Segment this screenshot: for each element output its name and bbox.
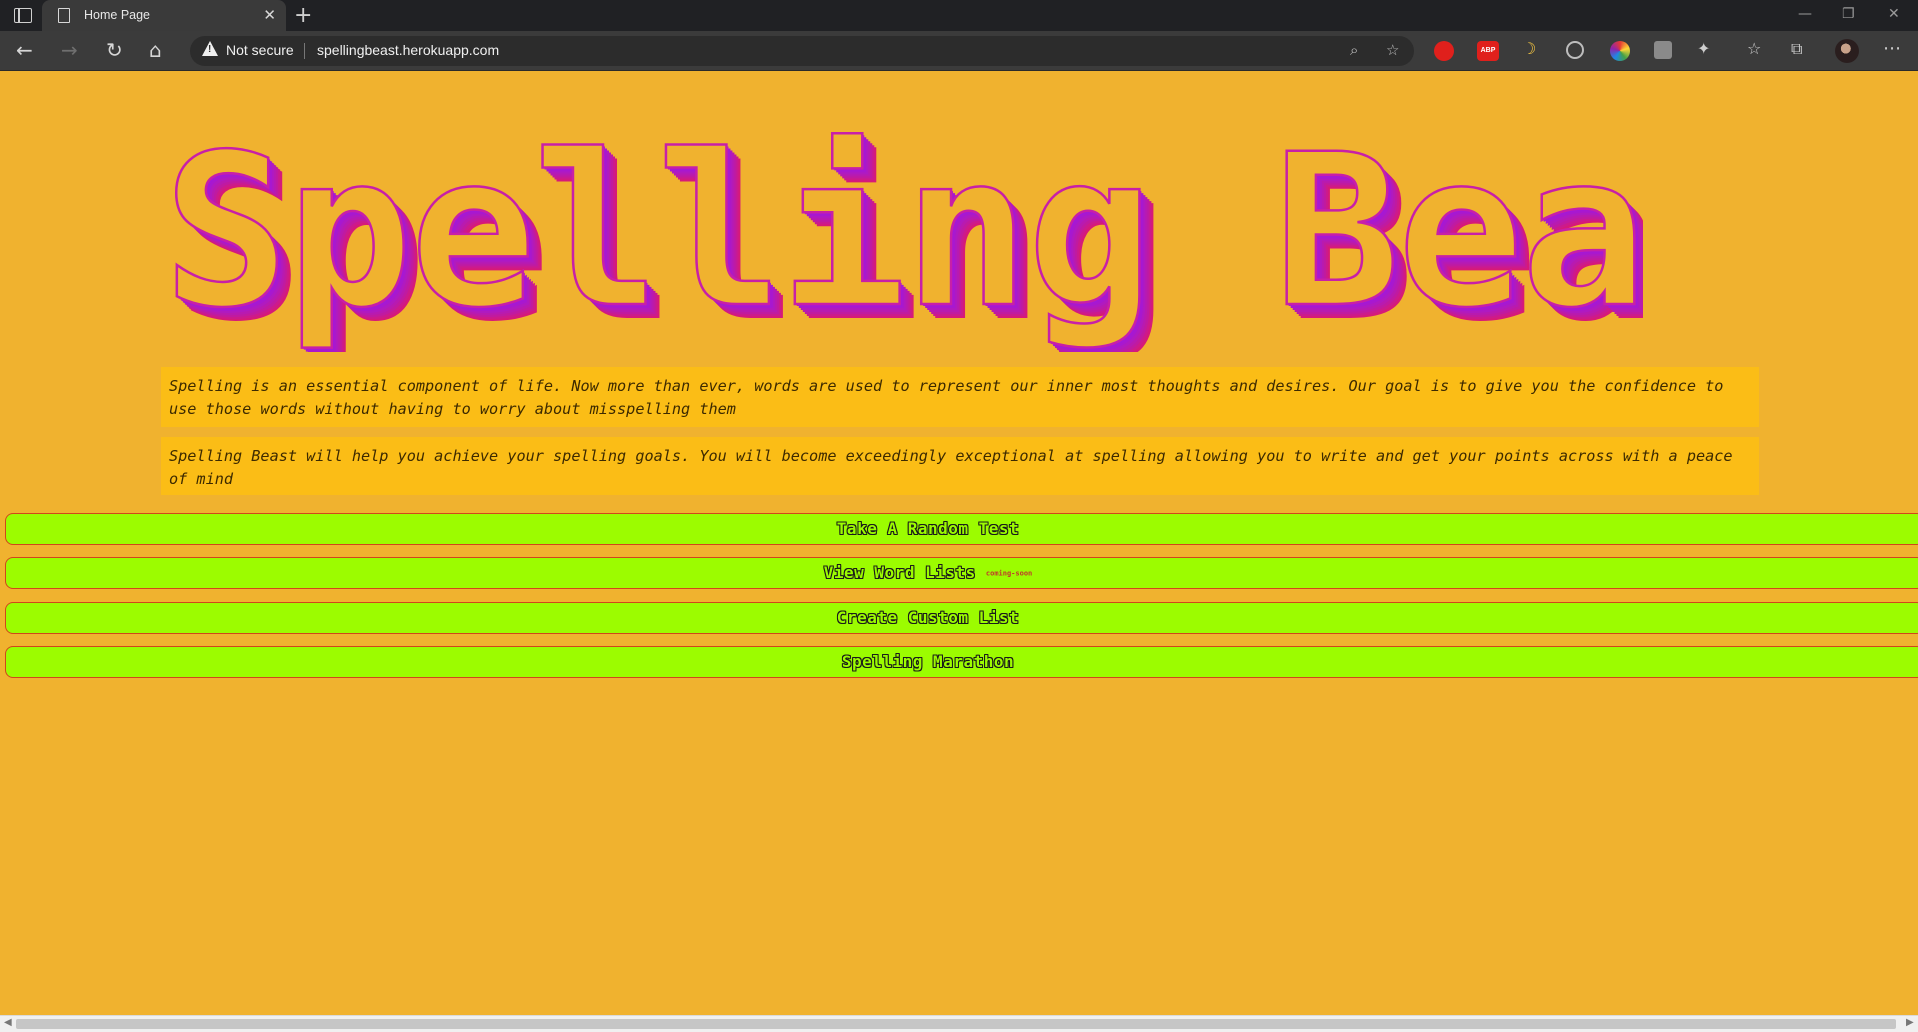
adblock-icon[interactable]: ABP: [1477, 41, 1499, 61]
extensions-icon[interactable]: ✦: [1697, 39, 1710, 58]
extension-circle-icon[interactable]: [1566, 41, 1584, 59]
scroll-left-icon[interactable]: ◀: [4, 1017, 12, 1028]
coming-soon-tag: coming-soon: [985, 569, 1033, 578]
tab-actions-icon[interactable]: [14, 8, 32, 23]
restore-icon[interactable]: ❐: [1842, 6, 1855, 22]
reload-icon[interactable]: ↻: [106, 38, 123, 62]
page-icon: [58, 8, 70, 23]
home-icon[interactable]: ⌂: [149, 38, 162, 62]
favorite-add-icon[interactable]: ☆: [1386, 41, 1399, 59]
url-text[interactable]: spellingbeast.herokuapp.com: [317, 42, 499, 58]
intro-paragraph-1: Spelling is an essential component of li…: [161, 367, 1759, 427]
scroll-right-icon[interactable]: ▶: [1906, 1017, 1914, 1028]
intro-paragraph-2: Spelling Beast will help you achieve you…: [161, 437, 1759, 495]
security-label[interactable]: Not secure: [226, 42, 294, 58]
button-label: View Word Lists: [823, 563, 976, 582]
address-bar[interactable]: Not secure spellingbeast.herokuapp.com ⌕…: [190, 36, 1414, 66]
page-title: Spelling Beast: [163, 112, 1643, 352]
new-tab-button[interactable]: +: [294, 3, 312, 28]
button-label: Spelling Marathon: [841, 652, 1015, 671]
warning-icon[interactable]: [202, 41, 218, 56]
browser-tab[interactable]: Home Page ✕: [42, 0, 286, 31]
browser-toolbar: ← → ↻ ⌂ Not secure spellingbeast.herokua…: [0, 31, 1918, 71]
extension-red-icon[interactable]: [1434, 41, 1454, 61]
spelling-marathon-button[interactable]: Spelling Marathon: [5, 646, 1918, 678]
dark-mode-icon[interactable]: ☽: [1522, 39, 1536, 58]
window-close-icon[interactable]: ✕: [1888, 6, 1900, 22]
view-word-lists-button[interactable]: View Word Lists coming-soon: [5, 557, 1918, 589]
browser-tab-bar: Home Page ✕ + — ❐ ✕: [0, 0, 1918, 31]
take-random-test-button[interactable]: Take A Random Test: [5, 513, 1918, 545]
scrollbar-thumb[interactable]: [16, 1019, 1896, 1029]
minimize-icon[interactable]: —: [1798, 6, 1812, 22]
favorites-icon[interactable]: ☆: [1747, 39, 1761, 58]
divider: [304, 43, 305, 59]
button-label: Create Custom List: [836, 608, 1020, 627]
horizontal-scrollbar[interactable]: ◀ ▶: [0, 1015, 1918, 1032]
button-label: Take A Random Test: [836, 519, 1020, 538]
zoom-icon[interactable]: ⌕: [1350, 41, 1358, 59]
profile-avatar[interactable]: [1835, 39, 1859, 63]
extension-a-icon[interactable]: [1654, 41, 1672, 59]
tab-close-icon[interactable]: ✕: [263, 6, 276, 24]
more-icon[interactable]: ⋯: [1883, 38, 1901, 59]
color-wheel-icon[interactable]: [1610, 41, 1630, 61]
collections-icon[interactable]: ⧉: [1791, 39, 1802, 59]
create-custom-list-button[interactable]: Create Custom List: [5, 602, 1918, 634]
forward-icon[interactable]: →: [61, 38, 78, 62]
back-icon[interactable]: ←: [16, 38, 33, 62]
hero: Spelling Beast: [163, 112, 1643, 352]
tab-title: Home Page: [84, 8, 151, 22]
